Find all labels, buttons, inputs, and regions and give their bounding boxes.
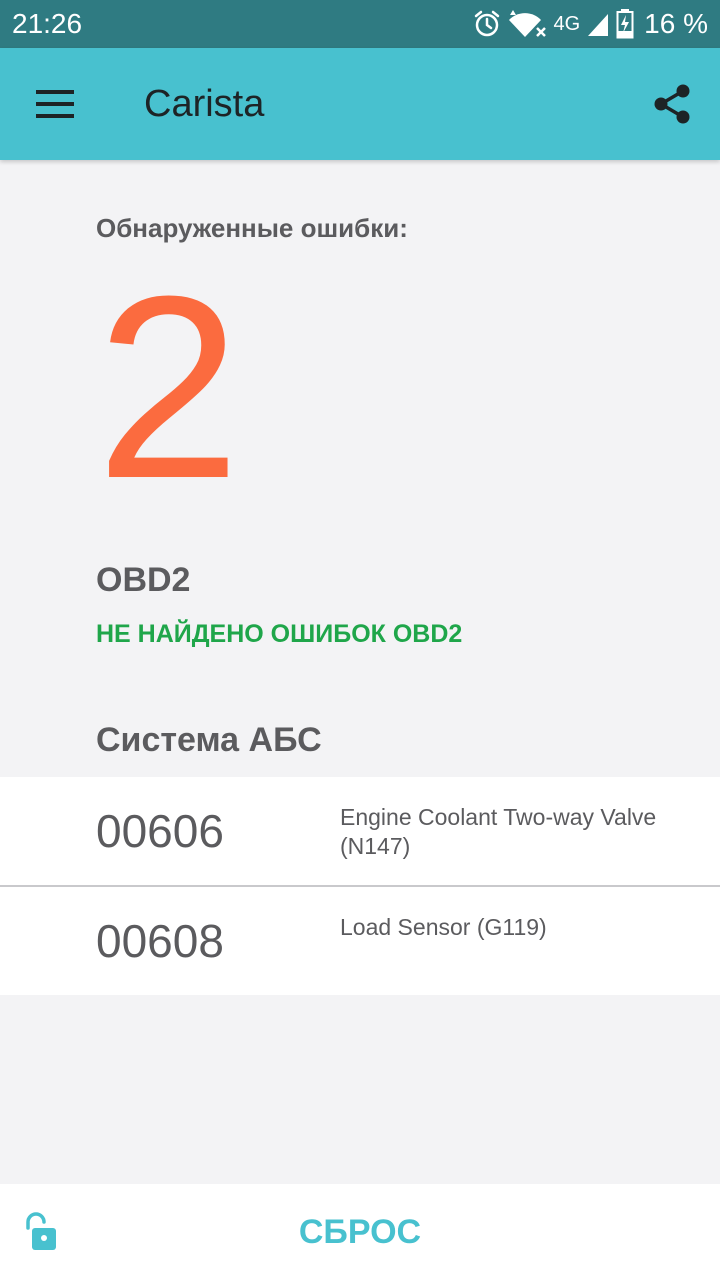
fault-row[interactable]: 00606 Engine Coolant Two-way Valve (N147… [0, 777, 720, 885]
fault-description: Engine Coolant Two-way Valve (N147) [340, 804, 657, 859]
detected-errors-label: Обнаруженные ошибки: [96, 213, 408, 243]
signal-icon [588, 14, 609, 36]
abs-fault-list: 00606 Engine Coolant Two-way Valve (N147… [0, 777, 720, 995]
alarm-icon [475, 10, 500, 37]
battery-charging-icon [616, 9, 634, 39]
obd2-section-title: OBD2 [96, 561, 191, 599]
fault-code: 00606 [96, 805, 224, 857]
status-bar: 21:26 4G 16 % [0, 0, 720, 48]
detected-errors-count: 2 [96, 243, 241, 533]
status-icons: 4G 16 % [473, 8, 708, 40]
network-type: 4G [553, 13, 581, 35]
share-icon[interactable] [650, 82, 694, 126]
abs-section-title: Система АБС [96, 721, 322, 759]
fault-description: Load Sensor (G119) [340, 914, 547, 940]
wifi-icon [509, 10, 547, 37]
menu-icon[interactable] [36, 86, 76, 122]
unlock-icon[interactable] [22, 1212, 62, 1252]
reset-button[interactable]: СБРОС [260, 1208, 460, 1256]
app-title: Carista [144, 83, 265, 125]
obd2-status: НЕ НАЙДЕНО ОШИБОК OBD2 [96, 620, 463, 648]
status-time: 21:26 [12, 8, 83, 39]
battery-percent: 16 % [644, 8, 708, 39]
fault-code: 00608 [96, 915, 224, 967]
fault-row[interactable]: 00608 Load Sensor (G119) [0, 885, 720, 995]
bottom-bar: СБРОС [0, 1184, 720, 1280]
app-bar: Carista [0, 48, 720, 160]
